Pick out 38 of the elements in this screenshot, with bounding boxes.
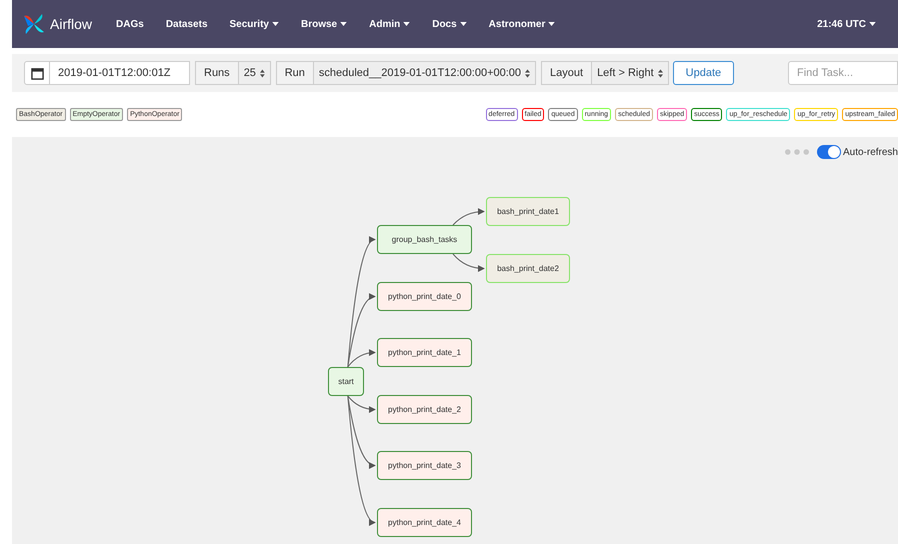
run-select[interactable]: scheduled__2019-01-01T12:00:00+00:00 [314,61,536,85]
runs-label: Runs [195,61,239,85]
task-node[interactable]: python_print_date_4 [377,508,472,537]
task-node[interactable]: python_print_date_0 [377,282,472,311]
nav-menu-item[interactable]: Browse [300,18,348,30]
auto-refresh-toggle[interactable] [816,145,841,159]
run-label: Run [276,61,314,85]
runs-select[interactable]: 25 [238,61,271,85]
auto-refresh-label: Auto-refresh [842,146,898,158]
updown-icon [260,68,265,78]
task-node[interactable]: python_print_date_3 [377,451,472,480]
layout-label: Layout [541,61,592,85]
nav-menu-item[interactable]: Admin [369,18,410,30]
calendar-button[interactable] [24,61,50,85]
edge-arrow [452,254,485,272]
nav-menu-item[interactable]: Astronomer [488,18,556,30]
task-node[interactable]: bash_print_date2 [486,254,570,283]
updown-icon [658,68,663,78]
task-node[interactable]: group_bash_tasks [377,225,472,254]
date-input[interactable]: 2019-01-01T12:00:01Z [50,61,190,85]
task-node[interactable]: python_print_date_1 [377,338,472,367]
clock-menu[interactable]: 21:46 UTC [817,18,876,30]
nav-menu-item[interactable]: Security [230,18,279,30]
search-field[interactable]: Find Task... [788,61,898,85]
updown-icon [525,68,530,78]
task-node[interactable]: python_print_date_2 [377,395,472,424]
layout-select[interactable]: Left > Right [592,61,669,85]
update-button[interactable]: Update [672,61,734,85]
brand-name[interactable]: Airflow [50,16,92,32]
pinwheel-logo-icon[interactable] [22,12,46,36]
edge-arrow [452,208,485,226]
loading-dots-icon [784,149,809,155]
nav-menu-item[interactable]: Datasets [166,18,208,30]
calendar-icon [30,66,44,80]
nav-menu-item[interactable]: Docs [432,18,467,30]
task-node[interactable]: bash_print_date1 [486,197,570,226]
nav-menu-item[interactable]: DAGs [116,18,144,30]
task-node[interactable]: start [328,367,364,396]
